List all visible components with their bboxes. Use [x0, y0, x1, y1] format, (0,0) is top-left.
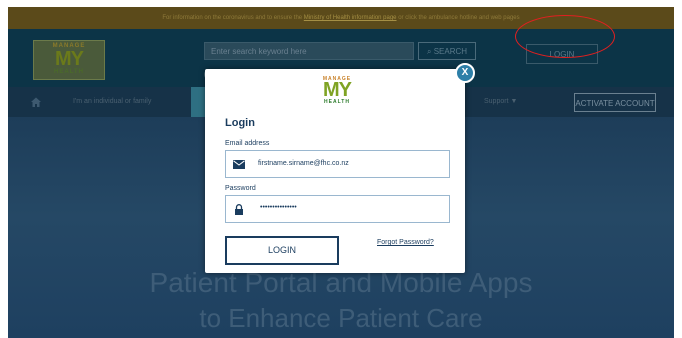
modal-logo-health: HEALTH [324, 99, 350, 105]
banner-text-after: or click the ambulance hotline and web p… [398, 15, 520, 21]
search-button-label: SEARCH [433, 47, 468, 56]
lock-icon [235, 204, 243, 215]
hero-heading-line2: to Enhance Patient Care [199, 303, 483, 333]
search-icon: ⌕ [426, 47, 432, 56]
logo-my-text: MY [55, 48, 84, 70]
banner-link[interactable]: Ministry of Health information page [304, 15, 397, 21]
password-field[interactable]: ••••••••••••••• [225, 195, 450, 223]
email-value: firstname.sirname@fhc.co.nz [258, 160, 349, 167]
modal-logo-my: MY [323, 79, 352, 101]
search-input[interactable]: Enter search keyword here [204, 42, 414, 60]
nav-item-support[interactable]: Support ▼ [484, 87, 517, 117]
logo-health-text: HEALTH [54, 69, 84, 75]
banner-text: For information on the coronavirus and t… [162, 15, 303, 21]
login-button[interactable]: LOGIN [225, 236, 339, 265]
activate-account-button[interactable]: ACTIVATE ACCOUNT [574, 93, 656, 112]
login-highlight-annotation [515, 15, 615, 58]
password-value: ••••••••••••••• [260, 204, 297, 211]
home-icon[interactable] [30, 96, 42, 108]
close-icon[interactable]: X [455, 63, 475, 83]
password-label: Password [225, 185, 256, 192]
modal-logo: MANAGE MY HEALTH [312, 76, 362, 106]
email-field[interactable]: firstname.sirname@fhc.co.nz [225, 150, 450, 178]
forgot-password-link[interactable]: Forgot Password? [377, 239, 434, 246]
modal-title: Login [225, 117, 255, 129]
site-logo[interactable]: MANAGE MY HEALTH [33, 40, 105, 80]
search-button[interactable]: ⌕ SEARCH [418, 42, 476, 60]
envelope-icon [233, 160, 245, 169]
email-label: Email address [225, 140, 270, 147]
nav-item-individual[interactable]: I'm an individual or family [73, 87, 151, 117]
